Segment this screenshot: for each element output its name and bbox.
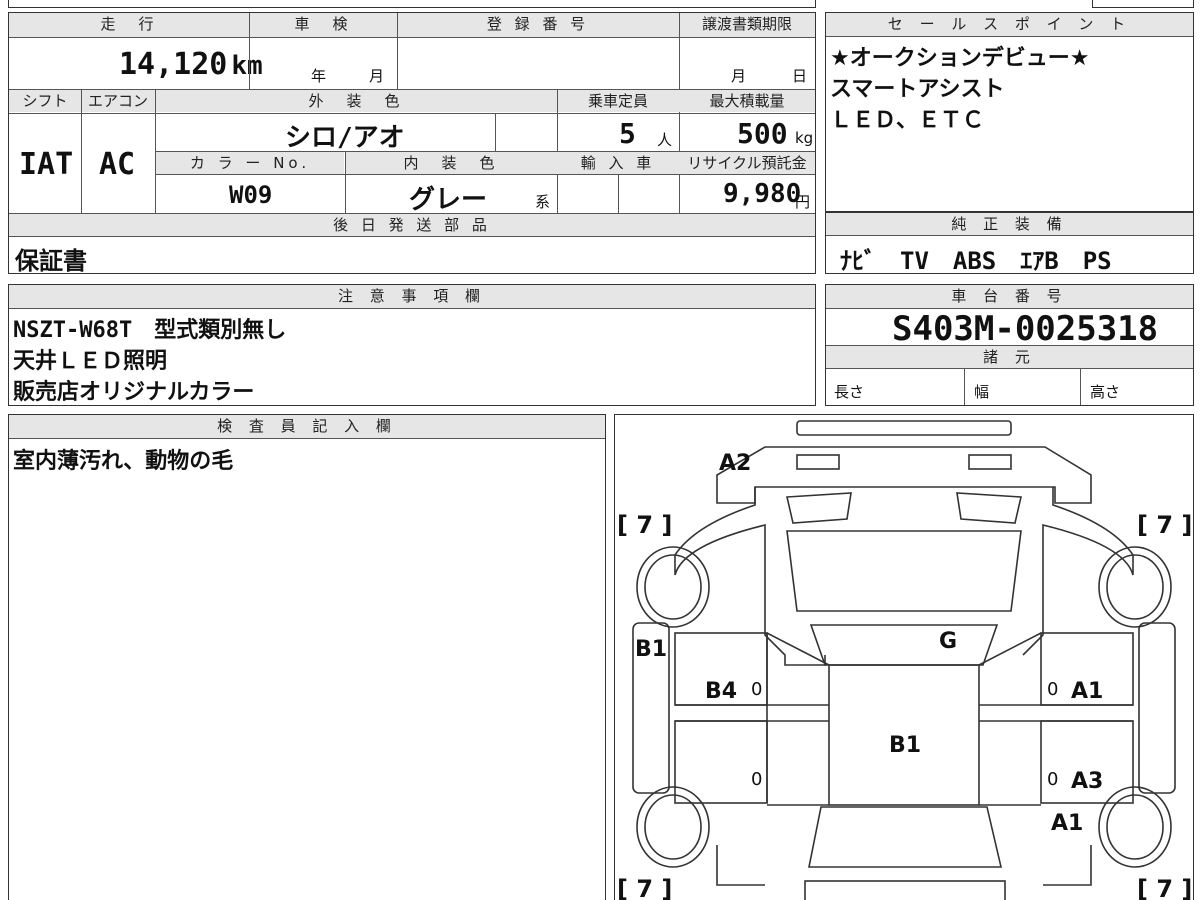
notes-panel: 注 意 事 項 欄 NSZT-W68T 型式類別無し 天井ＬＥＤ照明 販売店オリ… [8,284,816,406]
color-no-value: W09 [229,181,273,209]
mileage-unit: km [231,51,263,81]
shift-value: IAT [19,147,74,182]
capacity-unit: 人 [657,131,673,149]
max-load-label: 最大積載量 [679,90,815,112]
inspection-month: 月 [369,67,385,85]
note-line: 天井ＬＥＤ照明 [13,349,168,374]
diagram-mark-a1-lower: A1 [1051,811,1084,836]
later-parts-label: 後 日 発 送 部 品 [9,214,815,236]
sales-points-list: ★オークションデビュー★ スマートアシスト ＬＥＤ、ＥＴＣ [830,43,1089,136]
diagram-mark-zero: 0 [1047,679,1059,700]
shift-label: シフト [9,90,81,112]
notes-list: NSZT-W68T 型式類別無し 天井ＬＥＤ照明 販売店オリジナルカラー [13,315,286,408]
diagram-mark-a2: A2 [719,451,752,476]
diagram-mark-b1-center: B1 [889,733,922,758]
rear-right-wheel [1098,786,1172,868]
sales-point-line: スマートアシスト [830,77,1005,102]
sales-points-label: セ ー ル ス ポ イ ン ト [826,13,1193,37]
transfer-deadline-label: 譲渡書類期限 [679,13,815,37]
color-no-label: カ ラ ー No. [156,152,344,174]
exterior-color-value: シロ/アオ [285,123,405,153]
spec-label: 諸 元 [826,345,1193,369]
diagram-mark-7-bottom-left: [ 7 ] [617,875,673,900]
exterior-color-label: 外 装 色 [155,90,557,112]
roof-front [809,624,999,666]
right-pillar [978,632,1042,806]
front-left-wheel [636,546,710,628]
rear-bumper-strip [804,880,1006,900]
right-step [1138,622,1176,794]
transfer-month: 月 [731,67,747,85]
note-line: NSZT-W68T 型式類別無し [13,318,287,343]
mileage-label: 走 行 [9,13,249,37]
recycle-label: リサイクル預託金 [679,152,815,174]
ac-value: AC [99,147,136,182]
inspector-panel: 検 査 員 記 入 欄 室内薄汚れ、動物の毛 [8,414,606,900]
top-edge-strip [8,0,816,8]
right-headlight [968,454,1012,470]
registration-label: 登 録 番 号 [397,13,679,37]
diagram-mark-zero: 0 [751,769,763,790]
width-label: 幅 [974,383,990,401]
chassis-number: S403M-0025318 [892,309,1159,349]
inspector-label: 検 査 員 記 入 欄 [9,415,605,439]
rear-window [808,806,1003,868]
diagram-mark-a1-right: A1 [1071,679,1104,704]
diagram-mark-a3: A3 [1071,769,1104,794]
capacity-value: 5 [619,117,636,150]
chassis-label: 車 台 番 号 [826,285,1193,309]
chassis-panel: 車 台 番 号 S403M-0025318 諸 元 長さ 幅 高さ [825,284,1194,406]
front-body [716,446,1092,504]
inspection-year: 年 [311,67,327,85]
later-parts-value: 保証書 [15,247,87,275]
max-load-unit: kg [795,129,814,147]
car-diagram [632,420,1176,900]
equipment-label: 純 正 装 備 [826,213,1193,236]
diagram-mark-7-bottom-right: [ 7 ] [1137,875,1193,900]
sales-point-line: ＬＥＤ、ＥＴＣ [830,108,985,133]
body-outline [674,487,1134,666]
car-diagram-panel: A2 [ 7 ] [ 7 ] [ 7 ] [ 7 ] B1 B4 G A1 B1… [614,414,1194,900]
inspection-label: 車 検 [249,13,397,37]
recycle-unit: 円 [795,193,811,211]
capacity-label: 乗車定員 [557,90,679,112]
sales-points-panel: セ ー ル ス ポ イ ン ト ★オークションデビュー★ スマートアシスト ＬＥ… [825,12,1194,212]
front-right-wheel [1098,546,1172,628]
note-line: 販売店オリジナルカラー [13,380,255,405]
rear-left-wheel [636,786,710,868]
left-headlight [796,454,840,470]
length-label: 長さ [834,383,865,401]
diagram-mark-zero: 0 [1047,769,1059,790]
sales-point-line: ★オークションデビュー★ [830,46,1090,71]
diagram-mark-7-top-left: [ 7 ] [617,511,673,539]
max-load-value: 500 [737,117,788,150]
mileage-number: 14,120 [119,47,228,82]
recycle-value: 9,980 [723,179,802,209]
inspector-comment: 室内薄汚れ、動物の毛 [13,449,234,474]
interior-suffix: 系 [535,193,551,211]
notes-label: 注 意 事 項 欄 [9,285,815,309]
diagram-mark-7-top-right: [ 7 ] [1137,511,1193,539]
mileage-value: 14,120 km [119,47,263,82]
windshield [786,530,1022,612]
top-edge-strip-right [1092,0,1194,8]
left-pillar [766,632,830,806]
front-bumper-strip [796,420,1012,436]
diagram-mark-zero: 0 [751,679,763,700]
ac-label: エアコン [81,90,155,112]
interior-color-value: グレー [409,185,488,215]
import-label: 輸 入 車 [557,152,679,174]
diagram-mark-g: G [939,629,958,654]
height-label: 高さ [1090,383,1121,401]
interior-color-label: 内 装 色 [345,152,557,174]
vehicle-info-table: 走 行 車 検 登 録 番 号 譲渡書類期限 14,120 km 年 月 月 日 … [8,12,816,275]
diagram-mark-b1-left: B1 [635,637,668,662]
equipment-panel: 純 正 装 備 ﾅﾋﾞ TV ABS ｴｱB PS [825,212,1194,275]
transfer-day: 日 [792,67,808,85]
diagram-mark-b4: B4 [705,679,738,704]
right-indicator [956,492,1022,524]
equipment-value: ﾅﾋﾞ TV ABS ｴｱB PS [840,247,1112,275]
left-indicator [786,492,852,524]
